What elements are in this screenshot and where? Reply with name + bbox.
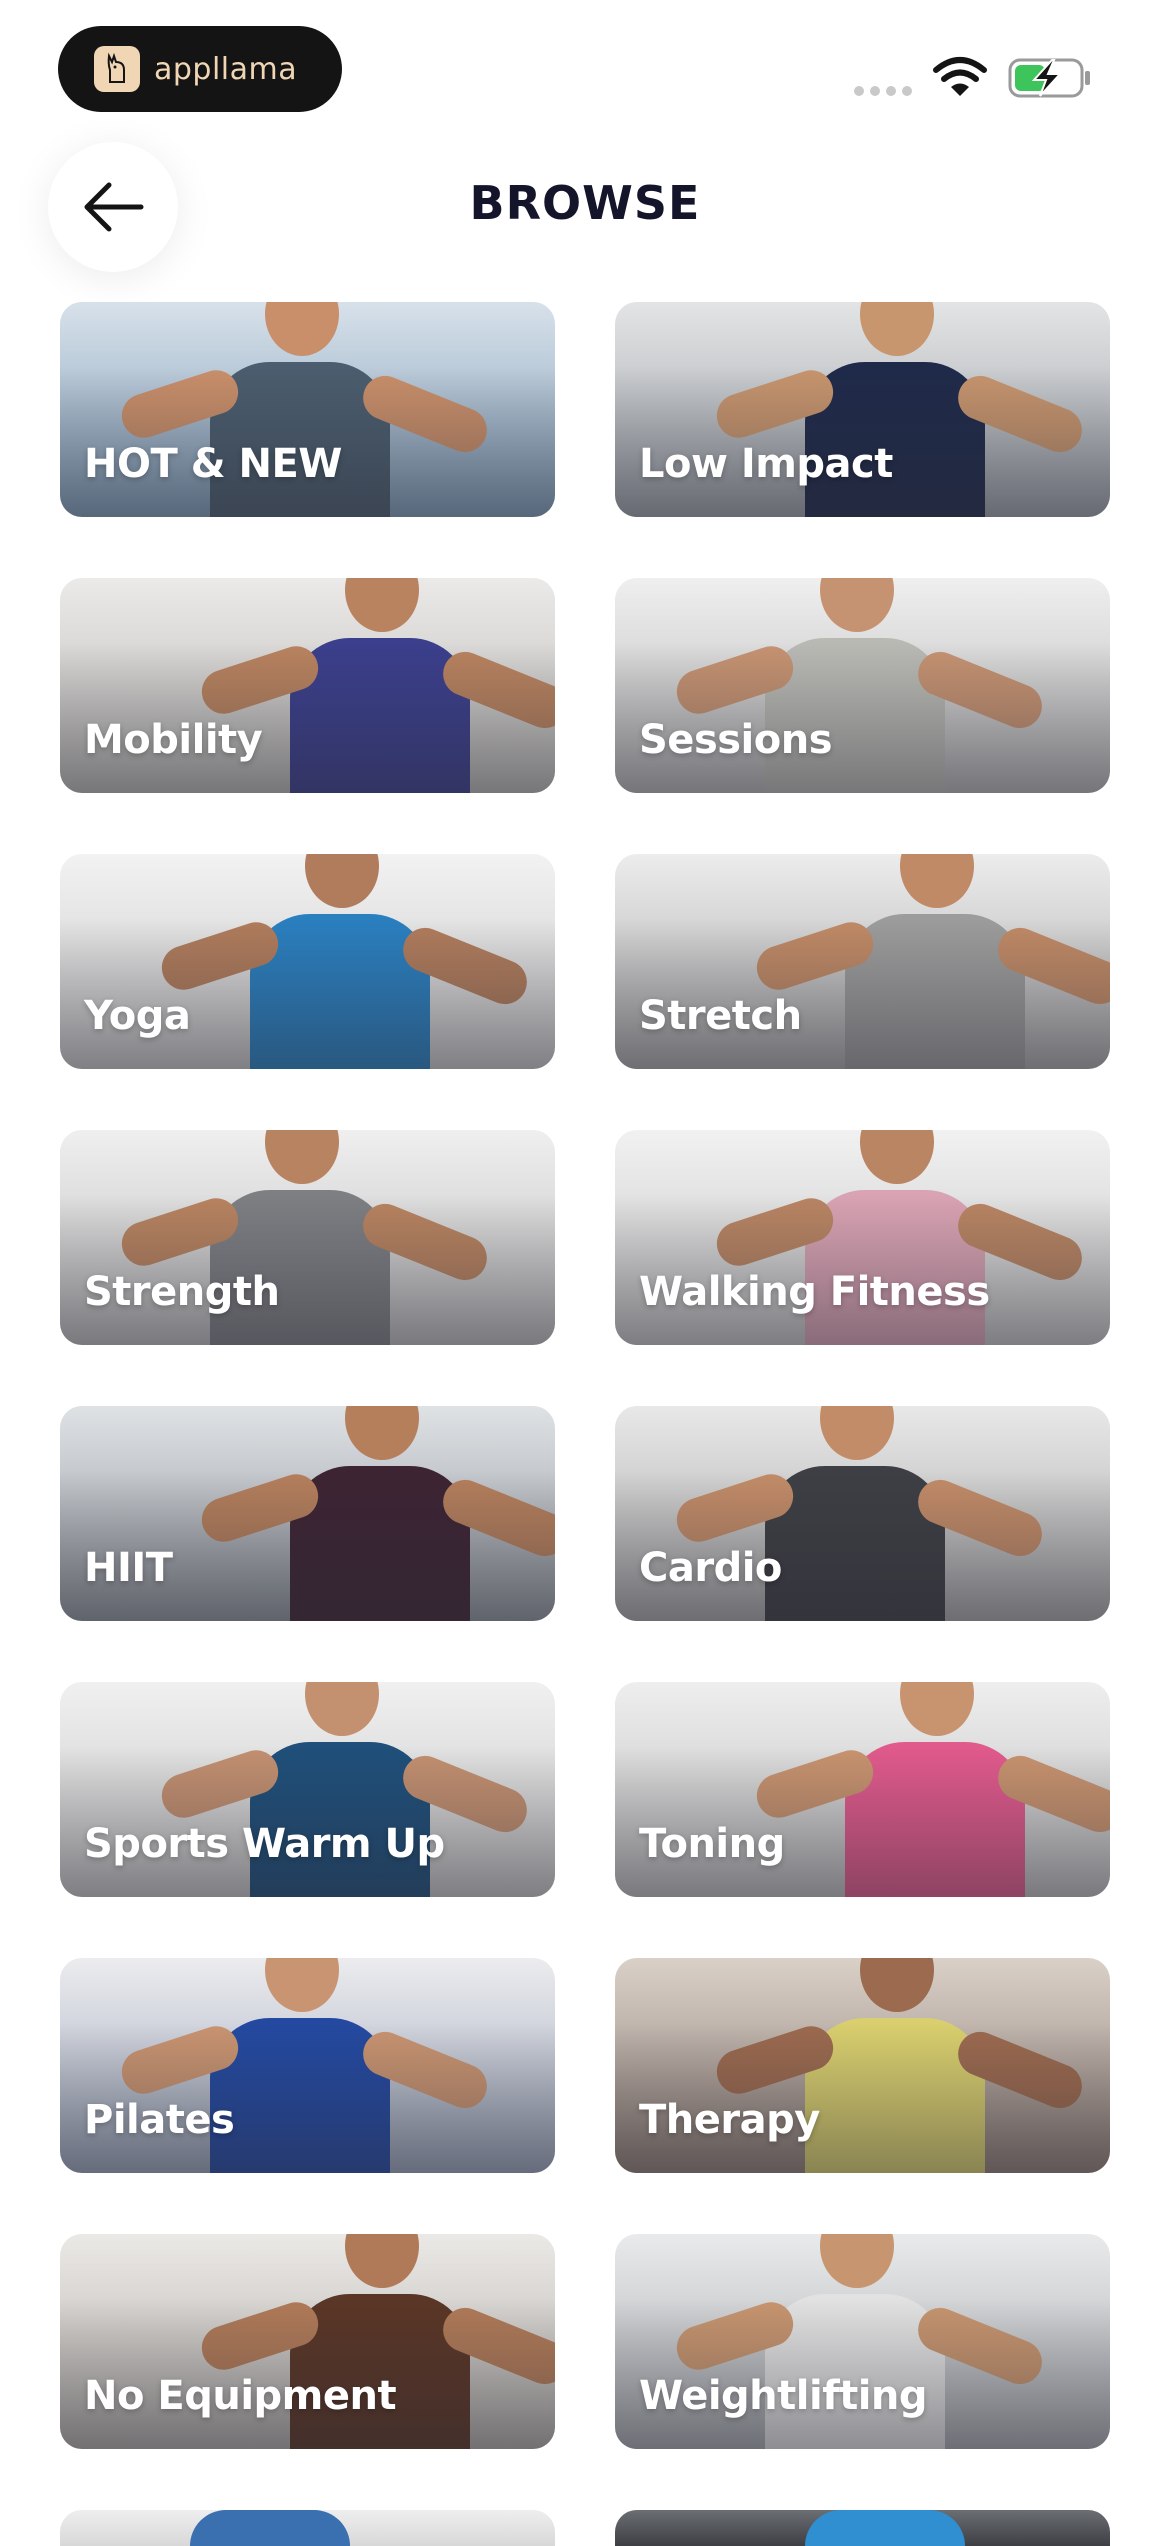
status-bar: appllama [0, 0, 1170, 130]
category-label: Yoga [84, 993, 191, 1039]
category-photo [805, 2510, 965, 2546]
category-label: Low Impact [639, 441, 893, 487]
category-card[interactable]: Low Impact [615, 302, 1110, 517]
category-label: Sessions [639, 717, 833, 763]
category-label: Strength [84, 1269, 280, 1315]
wifi-icon [933, 57, 987, 96]
category-card[interactable]: HOT & NEW [60, 302, 555, 517]
category-card[interactable]: Cardio [615, 1406, 1110, 1621]
category-label: Pilates [84, 2097, 235, 2143]
category-label: Stretch [639, 993, 802, 1039]
brand-name: appllama [154, 51, 298, 87]
battery-charging-icon [1008, 58, 1090, 98]
category-card[interactable]: Mobility [60, 578, 555, 793]
category-label: Weightlifting [639, 2373, 928, 2419]
category-label: Therapy [639, 2097, 820, 2143]
category-card[interactable]: Toning [615, 1682, 1110, 1897]
category-label: Walking Fitness [639, 1269, 990, 1315]
category-card[interactable]: Sports Warm Up [60, 1682, 555, 1897]
category-label: Cardio [639, 1545, 782, 1591]
category-card-partial[interactable] [615, 2510, 1110, 2546]
category-card[interactable]: Walking Fitness [615, 1130, 1110, 1345]
category-grid: HOT & NEW Low Impact Mobility Sessions Yoga S… [60, 302, 1110, 2546]
category-label: HOT & NEW [84, 441, 342, 487]
category-photo [190, 2510, 350, 2546]
category-label: Toning [639, 1821, 785, 1867]
category-card[interactable]: No Equipment [60, 2234, 555, 2449]
signal-dots-icon [854, 86, 912, 96]
brand-badge: appllama [58, 26, 342, 112]
page-title: BROWSE [469, 176, 701, 230]
category-card[interactable]: Strength [60, 1130, 555, 1345]
category-card-partial[interactable] [60, 2510, 555, 2546]
category-card[interactable]: HIIT [60, 1406, 555, 1621]
category-card[interactable]: Sessions [615, 578, 1110, 793]
category-label: Mobility [84, 717, 263, 763]
category-card[interactable]: Weightlifting [615, 2234, 1110, 2449]
category-card[interactable]: Stretch [615, 854, 1110, 1069]
category-label: No Equipment [84, 2373, 397, 2419]
category-label: Sports Warm Up [84, 1821, 445, 1867]
category-card[interactable]: Pilates [60, 1958, 555, 2173]
category-label: HIIT [84, 1545, 173, 1591]
category-card[interactable]: Therapy [615, 1958, 1110, 2173]
category-card[interactable]: Yoga [60, 854, 555, 1069]
llama-logo-icon [94, 46, 140, 92]
